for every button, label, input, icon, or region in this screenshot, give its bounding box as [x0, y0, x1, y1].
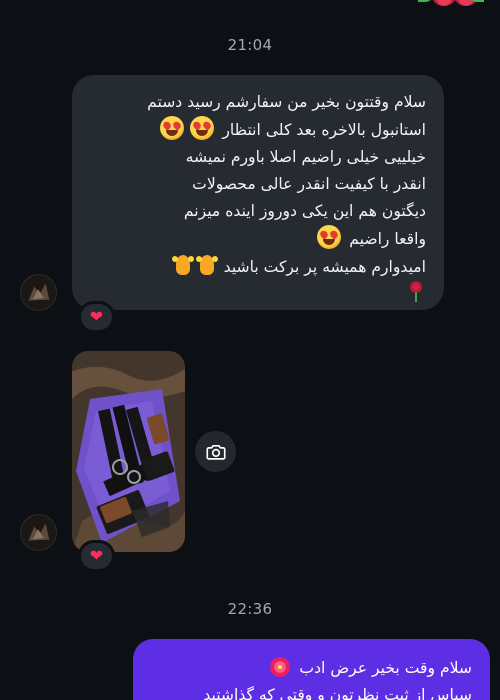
heart-icon: ❤: [89, 546, 104, 565]
avatar-image: [21, 515, 56, 550]
heart-icon: ❤: [89, 307, 104, 326]
message-line: امیدوارم همیشه پر برکت باشید: [86, 253, 426, 281]
timestamp-divider: 22:36: [227, 600, 273, 618]
camera-icon: [205, 444, 226, 460]
rose-emoji-icon: [406, 281, 426, 303]
message-line: [86, 281, 426, 303]
message-line: سپاس از ثبت نظرتون و وقتی که گذاشتید: [203, 686, 472, 700]
save-photo-button[interactable]: [195, 431, 236, 472]
photo-image: [72, 351, 185, 552]
praying-hands-emoji-icon: [195, 253, 218, 277]
message-line: انقدر با کیفیت انقدر عالی محصولات: [192, 175, 426, 193]
photo-reaction[interactable]: ❤: [78, 540, 115, 572]
message-reaction[interactable]: ❤: [78, 301, 115, 333]
message-line: استانبول بالاخره بعد کلی انتظار: [86, 116, 426, 144]
photo-message[interactable]: [72, 351, 185, 552]
outgoing-message-bubble[interactable]: سلام وقت بخیر عرض ادب سپاس از ثبت نظرتون…: [133, 639, 490, 700]
avatar-image: [21, 275, 56, 310]
heart-eyes-emoji-icon: [317, 225, 342, 249]
hibiscus-emoji-icon: [269, 656, 291, 678]
sender-avatar[interactable]: [20, 274, 57, 311]
incoming-message-bubble[interactable]: سلام وقتتون بخیر من سفارشم رسید دستم است…: [72, 75, 444, 310]
message-line: خیلییی خیلی راضیم اصلا باورم نمیشه: [185, 148, 426, 166]
message-line: سلام وقت بخیر عرض ادب: [147, 655, 472, 682]
timestamp-divider: 21:04: [227, 36, 273, 54]
previous-message-emoji: [418, 0, 484, 6]
flower-icon: [432, 0, 456, 6]
leaf-icon: [418, 0, 432, 2]
message-line: واقعا راضیم: [86, 225, 426, 253]
message-line: سلام وقتتون بخیر من سفارشم رسید دستم: [147, 93, 426, 111]
sender-avatar[interactable]: [20, 514, 57, 551]
praying-hands-emoji-icon: [171, 253, 194, 277]
heart-eyes-emoji-icon: [160, 116, 185, 140]
heart-eyes-emoji-icon: [190, 116, 215, 140]
message-line: دیگتون هم این یکی دوروز اینده میزنم: [183, 202, 426, 220]
